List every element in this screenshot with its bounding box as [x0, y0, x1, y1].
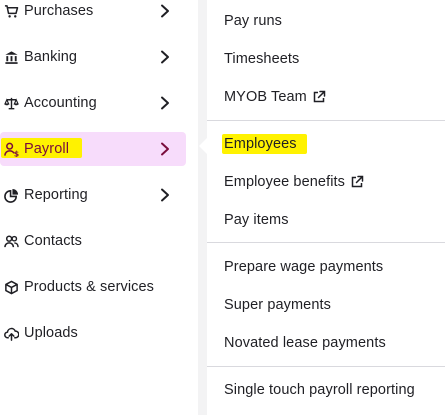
menu-item-label: Pay runs — [224, 13, 283, 29]
menu-divider — [207, 366, 445, 367]
sidebar-item-products-services[interactable]: Products & services — [0, 270, 186, 304]
menu-item-pay-runs[interactable]: Pay runs — [207, 3, 445, 39]
sidebar-item-contacts[interactable]: Contacts — [0, 224, 186, 258]
sidebar-item-payroll[interactable]: $ Payroll — [0, 132, 186, 166]
menu-item-label: Timesheets — [224, 51, 300, 67]
nav-sidebar: Purchases Banking Accounting $ Payroll R… — [0, 0, 198, 415]
menu-item-prepare-wage-payments[interactable]: Prepare wage payments — [207, 249, 445, 285]
bank-icon — [3, 49, 20, 66]
menu-item-pay-items[interactable]: Pay items — [207, 202, 445, 238]
menu-item-label: Super payments — [224, 297, 331, 313]
sidebar-item-purchases[interactable]: Purchases — [0, 0, 186, 28]
menu-item-employees[interactable]: Employees — [207, 126, 445, 162]
menu-item-label: Prepare wage payments — [224, 259, 384, 275]
menu-item-label: Single touch payroll reporting — [224, 382, 415, 398]
pie-chart-icon — [3, 187, 20, 204]
chevron-right-icon — [159, 4, 171, 18]
menu-item-employee-benefits[interactable]: Employee benefits — [207, 164, 445, 200]
sidebar-item-label: Reporting — [24, 187, 88, 203]
menu-item-timesheets[interactable]: Timesheets — [207, 41, 445, 77]
sidebar-item-label: Accounting — [24, 95, 97, 111]
sidebar-item-reporting[interactable]: Reporting — [0, 178, 186, 212]
menu-divider — [207, 242, 445, 243]
sidebar-item-accounting[interactable]: Accounting — [0, 86, 186, 120]
sidebar-item-label: Uploads — [24, 325, 78, 341]
people-icon — [3, 233, 20, 250]
cloud-upload-icon — [3, 325, 20, 342]
sidebar-item-uploads[interactable]: Uploads — [0, 316, 186, 350]
menu-item-label: Pay items — [224, 212, 289, 228]
external-link-icon — [312, 90, 326, 104]
menu-item-label: Employee benefits — [224, 174, 345, 190]
sidebar-item-label: Banking — [24, 49, 78, 65]
menu-item-novated-lease-payments[interactable]: Novated lease payments — [207, 325, 445, 361]
menu-item-myob-team[interactable]: MYOB Team — [207, 79, 445, 115]
external-link-icon — [350, 175, 364, 189]
menu-divider — [207, 120, 445, 121]
sidebar-item-banking[interactable]: Banking — [0, 40, 186, 74]
scales-icon — [3, 95, 20, 112]
sidebar-item-label: Payroll — [24, 141, 70, 157]
menu-item-super-payments[interactable]: Super payments — [207, 287, 445, 323]
sidebar-item-label: Purchases — [24, 3, 94, 19]
menu-item-label: MYOB Team — [224, 89, 307, 105]
chevron-right-icon — [159, 142, 171, 156]
sidebar-item-label: Contacts — [24, 233, 83, 249]
cart-icon — [3, 3, 20, 20]
chevron-right-icon — [159, 188, 171, 202]
sidebar-item-label: Products & services — [24, 279, 155, 295]
chevron-right-icon — [159, 50, 171, 64]
menu-item-label: Novated lease payments — [224, 335, 386, 351]
chevron-right-icon — [159, 96, 171, 110]
menu-item-label: Employees — [224, 136, 297, 152]
menu-item-single-touch-payroll-reporting[interactable]: Single touch payroll reporting — [207, 372, 445, 408]
svg-text:$: $ — [14, 149, 19, 156]
box-icon — [3, 279, 20, 296]
person-dollar-icon: $ — [3, 141, 20, 158]
